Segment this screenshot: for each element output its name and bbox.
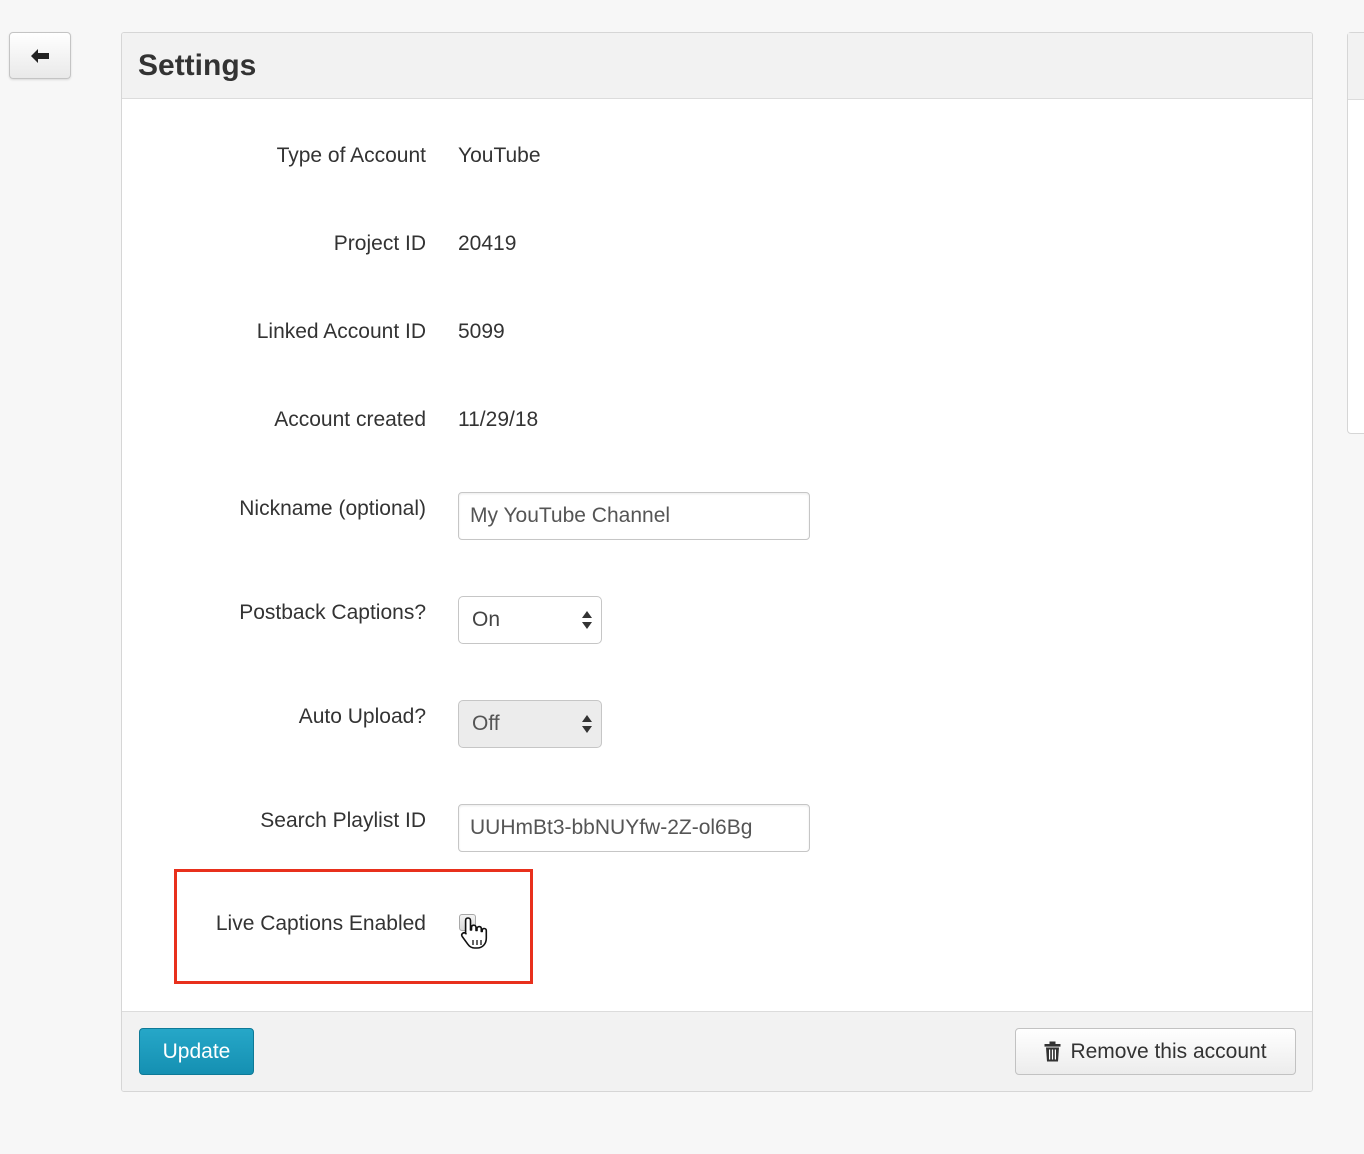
auto-upload-label: Auto Upload? <box>298 705 426 728</box>
select-arrows-icon <box>582 611 592 629</box>
select-arrows-icon <box>582 715 592 733</box>
back-button[interactable] <box>9 32 71 79</box>
account-created-value: 11/29/18 <box>458 408 539 431</box>
type-of-account-value: YouTube <box>458 144 541 167</box>
live-captions-label: Live Captions Enabled <box>215 912 426 935</box>
trash-icon <box>1044 1041 1061 1062</box>
project-id-value: 20419 <box>458 232 517 255</box>
search-playlist-id-input[interactable] <box>458 804 810 852</box>
auto-upload-select[interactable]: Off <box>458 700 602 748</box>
panel-footer: Update Remove this account <box>122 1011 1312 1091</box>
project-id-label: Project ID <box>333 232 426 255</box>
row-type-of-account: Type of Account YouTube <box>122 132 1312 180</box>
side-panel-header <box>1348 33 1364 100</box>
row-live-captions: Live Captions Enabled <box>122 900 1312 949</box>
nickname-label: Nickname (optional) <box>239 497 426 520</box>
row-search-playlist-id: Search Playlist ID <box>122 804 1312 852</box>
row-project-id: Project ID 20419 <box>122 220 1312 268</box>
update-button[interactable]: Update <box>139 1028 254 1075</box>
remove-account-label: Remove this account <box>1070 1039 1267 1063</box>
nickname-input[interactable] <box>458 492 810 540</box>
live-captions-checkbox[interactable] <box>459 914 476 931</box>
search-playlist-id-label: Search Playlist ID <box>260 809 426 832</box>
row-auto-upload: Auto Upload? Off <box>122 700 1312 748</box>
remove-account-button[interactable]: Remove this account <box>1015 1028 1296 1075</box>
linked-account-id-value: 5099 <box>458 320 505 343</box>
row-nickname: Nickname (optional) <box>122 492 1312 540</box>
row-linked-account-id: Linked Account ID 5099 <box>122 308 1312 356</box>
row-account-created: Account created 11/29/18 <box>122 396 1312 444</box>
auto-upload-selected: Off <box>472 712 500 735</box>
panel-header: Settings <box>122 33 1312 99</box>
linked-account-id-label: Linked Account ID <box>256 320 426 343</box>
row-postback-captions: Postback Captions? On <box>122 596 1312 644</box>
arrow-left-icon <box>31 48 49 63</box>
account-created-label: Account created <box>274 408 426 431</box>
postback-captions-selected: On <box>472 608 501 631</box>
type-of-account-label: Type of Account <box>276 144 426 167</box>
postback-captions-label: Postback Captions? <box>239 601 426 624</box>
settings-panel: Settings Type of Account YouTube Project… <box>121 32 1313 1092</box>
postback-captions-select[interactable]: On <box>458 596 602 644</box>
page-title: Settings <box>138 48 257 82</box>
side-panel-edge <box>1347 32 1364 434</box>
